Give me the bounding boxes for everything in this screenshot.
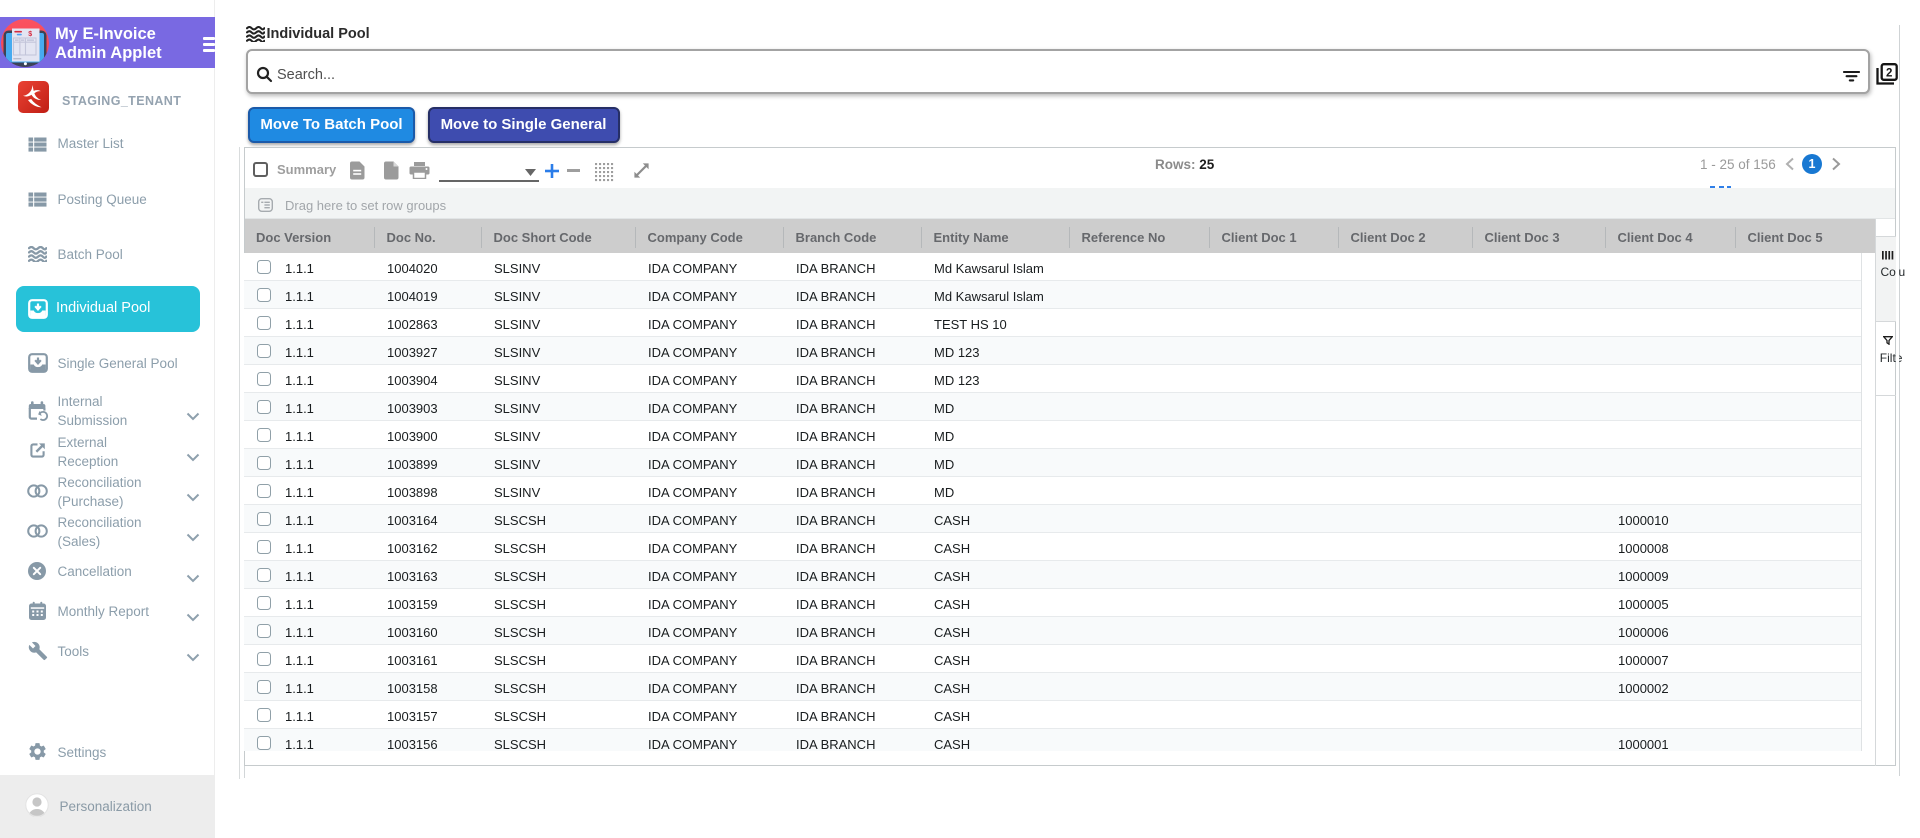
svg-text:2: 2 <box>1885 68 1891 80</box>
svg-text:$: $ <box>28 31 32 38</box>
